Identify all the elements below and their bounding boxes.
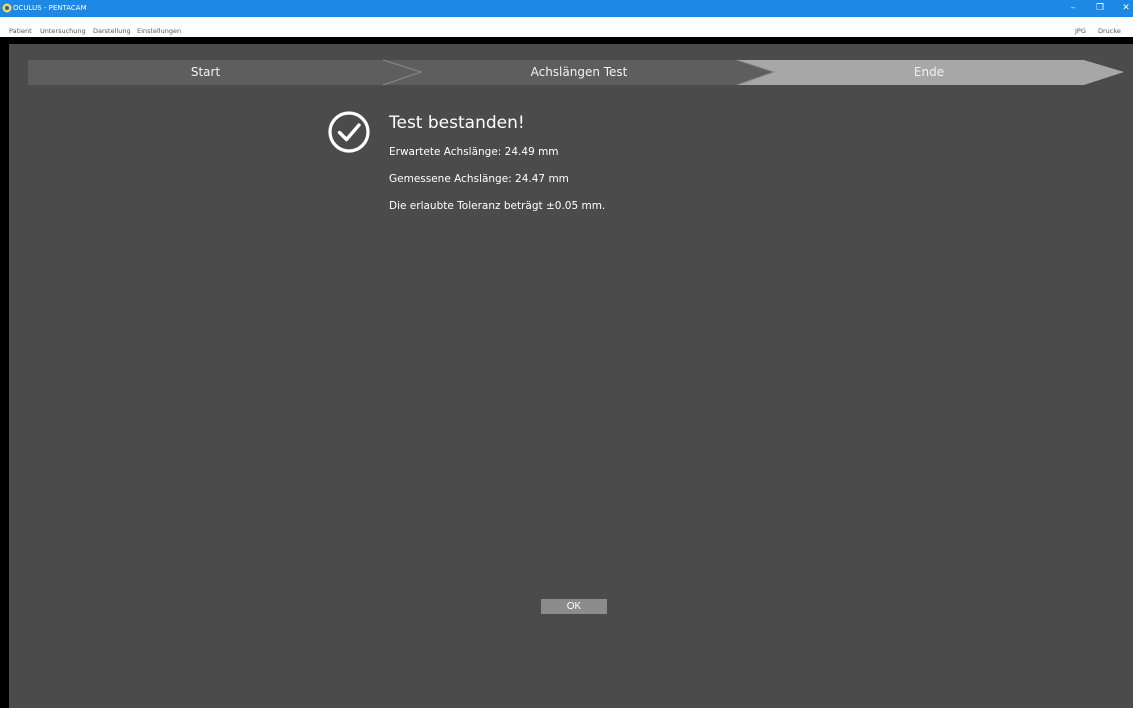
title-bar[interactable]: OCULUS - PENTACAM – ❐ ✕ — [0, 0, 1133, 17]
wizard-step-ende: Ende — [913, 65, 945, 79]
check-circle-icon — [328, 111, 370, 153]
menu-jpg[interactable]: JPG — [1075, 27, 1086, 35]
restore-button[interactable]: ❐ — [1093, 2, 1107, 14]
menu-drucken[interactable]: Drucke — [1098, 27, 1121, 35]
measured-axial-length: Gemessene Achslänge: 24.47 mm — [389, 173, 569, 185]
result-title: Test bestanden! — [389, 113, 525, 133]
minimize-button[interactable]: – — [1066, 2, 1080, 14]
close-button[interactable]: ✕ — [1119, 2, 1133, 14]
menu-einstellungen[interactable]: Einstellungen — [137, 27, 181, 35]
menu-patient[interactable]: Patient — [9, 27, 32, 35]
app-icon — [2, 3, 12, 13]
menu-bar: Patient Untersuchung Darstellung Einstel… — [0, 17, 1133, 37]
wizard-step-achslaengen-test: Achslängen Test — [530, 65, 628, 79]
toolbar-gap — [0, 37, 1133, 44]
main-panel: Start Achslängen Test Ende Test bestande… — [9, 44, 1133, 708]
left-border — [0, 44, 9, 708]
expected-axial-length: Erwartete Achslänge: 24.49 mm — [389, 146, 559, 158]
menu-darstellung[interactable]: Darstellung — [93, 27, 131, 35]
window-title: OCULUS - PENTACAM — [13, 4, 87, 12]
ok-button[interactable]: OK — [541, 599, 607, 614]
wizard-step-start: Start — [190, 65, 221, 79]
tolerance-text: Die erlaubte Toleranz beträgt ±0.05 mm. — [389, 200, 606, 212]
menu-untersuchung[interactable]: Untersuchung — [40, 27, 86, 35]
